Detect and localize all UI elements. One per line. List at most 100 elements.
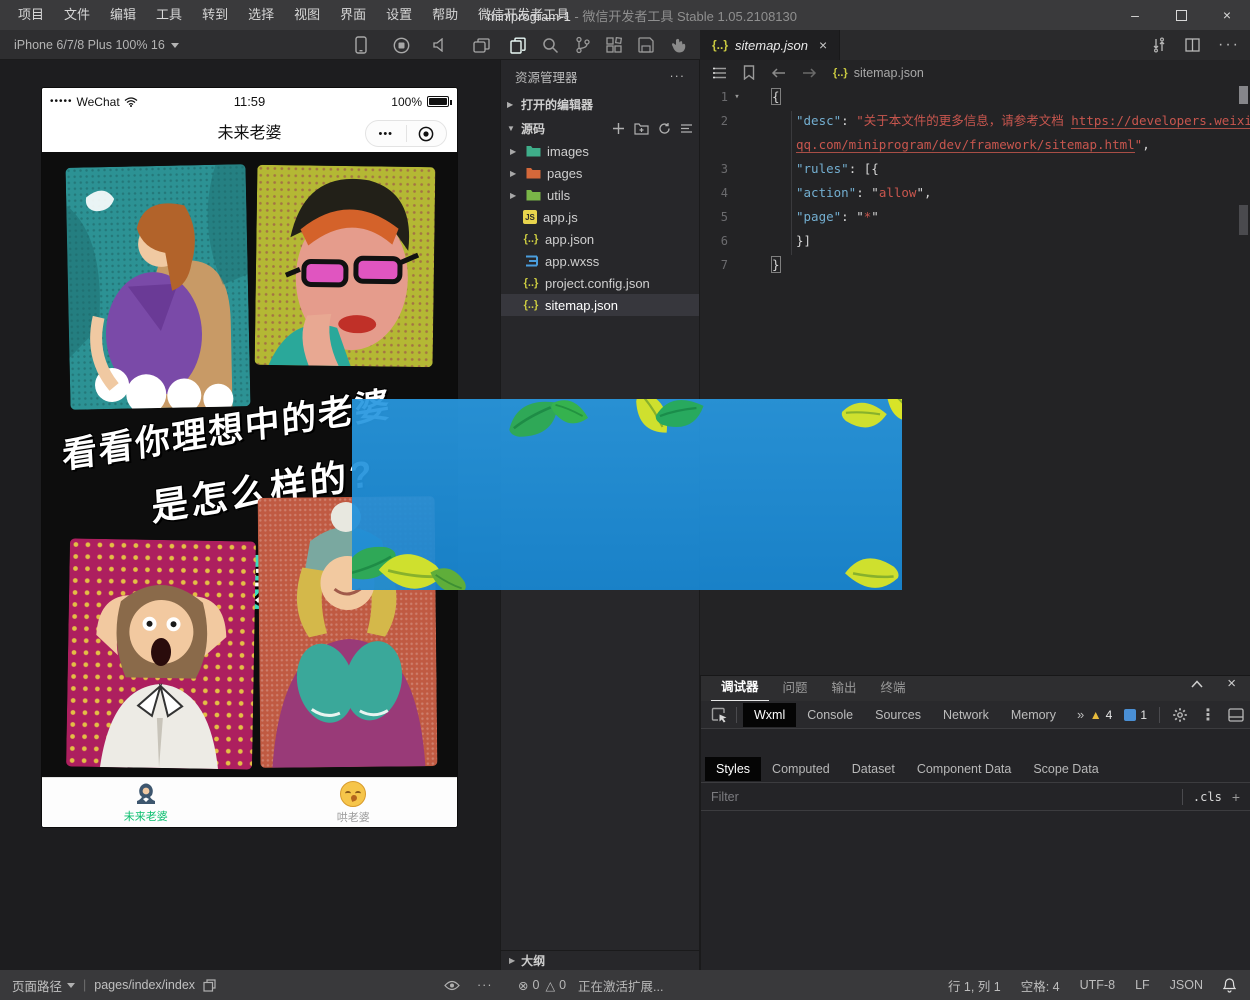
console-drawer-icon[interactable] xyxy=(1228,708,1244,722)
split-editor-icon[interactable] xyxy=(1185,38,1200,52)
tree-item-utils[interactable]: ▶utils xyxy=(501,184,699,206)
inspector-tab-component-data[interactable]: Component Data xyxy=(906,757,1023,781)
back-arrow-icon[interactable] xyxy=(771,67,786,79)
menu-设置[interactable]: 设置 xyxy=(376,0,422,30)
inspector-tab-computed[interactable]: Computed xyxy=(761,757,841,781)
menu-文件[interactable]: 文件 xyxy=(54,0,100,30)
tab-close-icon[interactable]: × xyxy=(819,37,827,53)
tree-item-app.json[interactable]: {..}app.json xyxy=(501,228,699,250)
devtools-tab-sources[interactable]: Sources xyxy=(864,703,932,727)
notifications-bell-icon[interactable] xyxy=(1223,978,1236,993)
panel-tab-终端[interactable]: 终端 xyxy=(871,674,916,701)
menu-项目[interactable]: 项目 xyxy=(8,0,54,30)
inspector-tab-dataset[interactable]: Dataset xyxy=(841,757,906,781)
panel-tab-输出[interactable]: 输出 xyxy=(822,674,867,701)
editor-scrollbar[interactable] xyxy=(1239,85,1248,675)
panel-tab-问题[interactable]: 问题 xyxy=(773,674,818,701)
floating-image-overlay[interactable] xyxy=(352,399,902,590)
tree-item-app.js[interactable]: JSapp.js xyxy=(501,206,699,228)
close-button[interactable]: × xyxy=(1204,0,1250,30)
breadcrumb[interactable]: {..} sitemap.json xyxy=(833,66,924,80)
statusbar-more-icon[interactable]: ··· xyxy=(477,978,493,992)
capsule-menu[interactable]: ••• xyxy=(365,120,447,147)
forward-arrow-icon[interactable] xyxy=(802,67,817,79)
compare-changes-icon[interactable] xyxy=(1151,37,1167,53)
tree-item-sitemap.json[interactable]: {..}sitemap.json xyxy=(501,294,699,316)
error-count[interactable]: ⊗0 xyxy=(518,978,539,993)
encoding-setting[interactable]: UTF-8 xyxy=(1080,978,1115,992)
devtools-tab-memory[interactable]: Memory xyxy=(1000,703,1067,727)
menu-帮助[interactable]: 帮助 xyxy=(422,0,468,30)
device-selector[interactable]: iPhone 6/7/8 Plus 100% 16 xyxy=(14,30,179,60)
source-section[interactable]: ▼ 源码 xyxy=(501,116,699,140)
tree-item-project.config.json[interactable]: {..}project.config.json xyxy=(501,272,699,294)
indent-setting[interactable]: 空格: 4 xyxy=(1021,976,1060,995)
new-folder-icon[interactable] xyxy=(634,122,649,135)
page-path-value[interactable]: pages/index/index xyxy=(94,978,195,992)
devtools-tab-wxml[interactable]: Wxml xyxy=(743,703,796,727)
devtools-tab-network[interactable]: Network xyxy=(932,703,1000,727)
menu-视图[interactable]: 视图 xyxy=(284,0,330,30)
menu-编辑[interactable]: 编辑 xyxy=(100,0,146,30)
devtools-settings-icon[interactable] xyxy=(1172,707,1188,723)
outline-section[interactable]: ▶ 大纲 xyxy=(501,950,699,970)
outline-list-icon[interactable] xyxy=(712,67,727,79)
inspector-tab-scope-data[interactable]: Scope Data xyxy=(1022,757,1109,781)
new-file-icon[interactable] xyxy=(612,122,625,135)
record-icon[interactable] xyxy=(390,34,412,56)
add-style-icon[interactable]: + xyxy=(1232,789,1240,805)
explorer-activity-icon[interactable] xyxy=(507,34,529,56)
tree-item-images[interactable]: ▶images xyxy=(501,140,699,162)
minimize-button[interactable]: – xyxy=(1112,0,1158,30)
mute-icon[interactable] xyxy=(430,34,452,56)
info-count-badge[interactable]: 1 xyxy=(1124,708,1147,722)
code-token: " xyxy=(871,209,879,224)
close-panel-icon[interactable]: × xyxy=(1227,680,1236,688)
panel-tab-调试器[interactable]: 调试器 xyxy=(711,673,769,701)
phone-mode-icon[interactable] xyxy=(350,34,372,56)
language-mode[interactable]: JSON xyxy=(1170,978,1203,992)
editor-more-icon[interactable]: ··· xyxy=(1218,36,1240,54)
multi-window-icon[interactable] xyxy=(470,34,492,56)
inspector-tab-styles[interactable]: Styles xyxy=(705,757,761,781)
fold-icon[interactable]: ▾ xyxy=(728,85,746,109)
capsule-more-icon[interactable]: ••• xyxy=(366,128,406,140)
maximize-button[interactable] xyxy=(1158,0,1204,30)
style-filter-input[interactable] xyxy=(711,790,1172,804)
phone-nav-bar: 未来老婆 ••• xyxy=(42,115,457,152)
tab-coax-wife[interactable]: 哄老婆 xyxy=(250,778,458,827)
git-branch-icon[interactable] xyxy=(571,34,593,56)
tab-sitemap-json[interactable]: {..} sitemap.json × xyxy=(700,30,840,60)
scrollbar-thumb[interactable] xyxy=(1239,86,1248,104)
warning-count[interactable]: △0 xyxy=(545,978,566,993)
cls-toggle[interactable]: .cls xyxy=(1193,790,1222,804)
warning-count-badge[interactable]: ▲ 4 xyxy=(1090,708,1113,722)
devtools-tab-console[interactable]: Console xyxy=(796,703,864,727)
explorer-more-icon[interactable]: ··· xyxy=(670,69,686,83)
menu-界面[interactable]: 界面 xyxy=(330,0,376,30)
bookmark-icon[interactable] xyxy=(743,65,755,80)
cursor-position[interactable]: 行 1, 列 1 xyxy=(948,976,1001,995)
page-path-selector[interactable]: 页面路径 xyxy=(12,976,75,995)
menu-工具[interactable]: 工具 xyxy=(146,0,192,30)
hand-tool-icon[interactable] xyxy=(667,34,689,56)
more-tabs-icon[interactable]: » xyxy=(1077,707,1084,722)
save-icon[interactable] xyxy=(635,34,657,56)
tab-future-wife[interactable]: 未来老婆 xyxy=(42,778,250,827)
copy-path-icon[interactable] xyxy=(203,979,216,992)
collapse-all-icon[interactable] xyxy=(680,122,693,135)
tree-item-pages[interactable]: ▶pages xyxy=(501,162,699,184)
eol-setting[interactable]: LF xyxy=(1135,978,1150,992)
devtools-kebab-icon[interactable]: ⋮ xyxy=(1200,705,1216,725)
visibility-icon[interactable] xyxy=(444,980,460,991)
open-editors-section[interactable]: ▶ 打开的编辑器 xyxy=(501,92,699,116)
capsule-exit-icon[interactable] xyxy=(407,126,447,142)
search-icon[interactable] xyxy=(539,34,561,56)
inspect-element-icon[interactable] xyxy=(711,707,728,723)
menu-选择[interactable]: 选择 xyxy=(238,0,284,30)
collapse-panel-icon[interactable] xyxy=(1191,680,1203,688)
menu-转到[interactable]: 转到 xyxy=(192,0,238,30)
tree-item-app.wxss[interactable]: app.wxss xyxy=(501,250,699,272)
extensions-icon[interactable] xyxy=(603,34,625,56)
refresh-icon[interactable] xyxy=(658,122,671,135)
